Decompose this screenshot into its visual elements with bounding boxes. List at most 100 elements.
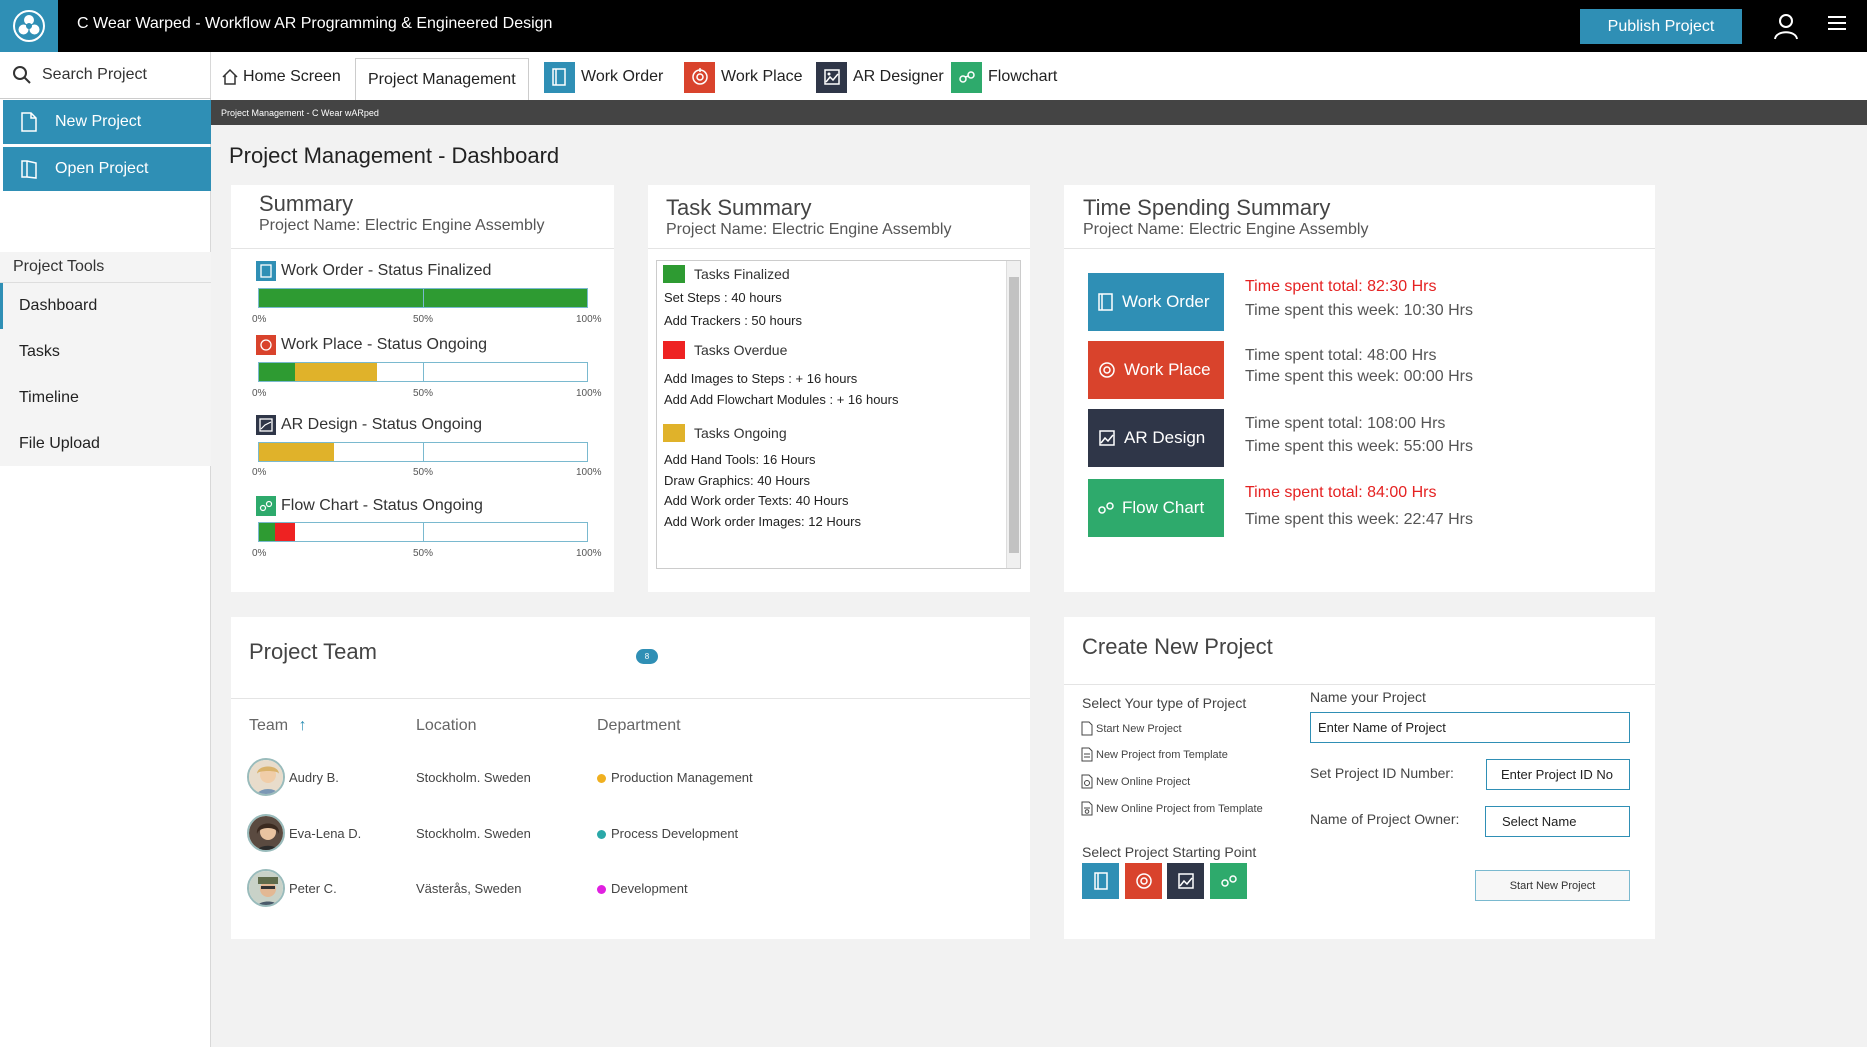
progress-bar <box>258 442 588 462</box>
project-id-label: Set Project ID Number: <box>1310 765 1454 781</box>
avatar <box>247 758 285 796</box>
bar-label: Work Place - Status Ongoing <box>281 336 488 353</box>
tab-project-management[interactable]: Project Management <box>355 58 529 100</box>
flow-chart-time-button[interactable]: Flow Chart <box>1088 479 1224 537</box>
option-new-online-project[interactable]: New Online Project <box>1081 774 1190 789</box>
table-row[interactable]: Audry B. Stockholm. Sweden Production Ma… <box>231 754 1021 804</box>
member-location: Stockholm. Sweden <box>416 770 531 785</box>
new-project-label: New Project <box>55 113 142 130</box>
ar-design-time-button[interactable]: AR Design <box>1088 409 1224 467</box>
bar-segment <box>259 363 296 381</box>
start-work-order-button[interactable] <box>1082 863 1119 899</box>
status-bar-flow-chart: Flow Chart - Status Ongoing 0% 50% 100% <box>231 496 611 559</box>
work-order-icon <box>544 61 575 93</box>
hamburger-menu-icon[interactable] <box>1828 16 1846 30</box>
task-summary-title: Task Summary <box>666 195 812 220</box>
column-header-team[interactable]: Team ↑ <box>249 717 307 735</box>
tab-label: Work Order <box>581 68 664 85</box>
task-group-overdue: Tasks Overdue <box>663 341 787 359</box>
scrollbar-thumb[interactable] <box>1009 277 1019 553</box>
start-work-place-button[interactable] <box>1125 863 1162 899</box>
task-summary-card: Task Summary Project Name: Electric Engi… <box>648 185 1030 592</box>
time-total-text: Time spent total: 82:30 Hrs <box>1245 278 1437 295</box>
option-new-online-project-from-template[interactable]: New Online Project from Template <box>1081 801 1263 816</box>
sidebar-item-file-upload[interactable]: File Upload <box>0 421 211 467</box>
task-item: Set Steps : 40 hours <box>664 290 782 305</box>
sidebar-item-dashboard[interactable]: Dashboard <box>0 283 211 329</box>
start-flow-chart-button[interactable] <box>1210 863 1247 899</box>
project-name-input[interactable]: Enter Name of Project <box>1310 712 1630 743</box>
summary-card: Summary Project Name: Electric Engine As… <box>231 185 614 592</box>
member-location: Västerås, Sweden <box>416 881 522 896</box>
column-header-location[interactable]: Location <box>416 717 477 735</box>
new-project-button[interactable]: New Project <box>3 100 211 144</box>
task-list-box[interactable]: Tasks Finalized Set Steps : 40 hours Add… <box>656 260 1021 569</box>
bar-segment <box>259 523 276 541</box>
status-dot <box>597 885 606 895</box>
user-icon[interactable] <box>1773 12 1799 40</box>
tick-label: 100% <box>576 388 602 399</box>
task-group-label: Tasks Overdue <box>694 342 788 358</box>
table-row[interactable]: Eva-Lena D. Stockholm. Sweden Process De… <box>231 810 1021 860</box>
tab-flowchart[interactable]: Flowchart <box>951 58 1057 96</box>
bar-segment <box>295 363 378 381</box>
start-new-project-button[interactable]: Start New Project <box>1475 870 1630 901</box>
task-item: Add Trackers : 50 hours <box>664 313 803 328</box>
task-item: Add Work order Images: 12 Hours <box>664 514 862 529</box>
work-place-icon <box>256 335 276 355</box>
bar-midline <box>423 363 424 381</box>
ar-designer-icon <box>1098 429 1116 447</box>
sidebar: Search Project New Project Open Project … <box>0 52 211 1047</box>
task-group-label: Tasks Ongoing <box>694 425 787 441</box>
tab-label: Project Management <box>368 70 516 88</box>
divider <box>231 698 1030 699</box>
option-new-project-from-template[interactable]: New Project from Template <box>1081 747 1228 762</box>
column-header-department[interactable]: Department <box>597 717 681 735</box>
publish-project-button[interactable]: Publish Project <box>1580 9 1742 44</box>
department-label: Production Management <box>611 770 753 785</box>
project-type-label: Select Your type of Project <box>1082 695 1247 711</box>
time-week-text: Time spent this week: 00:00 Hrs <box>1245 368 1473 385</box>
table-row[interactable]: Peter C. Västerås, Sweden Development <box>231 865 1021 915</box>
button-label: Work Order <box>1122 292 1210 311</box>
time-spending-title: Time Spending Summary <box>1083 195 1331 220</box>
status-dot <box>597 830 606 840</box>
tab-ar-designer[interactable]: AR Designer <box>816 58 944 96</box>
work-order-time-button[interactable]: Work Order <box>1088 273 1224 331</box>
app-logo-icon[interactable] <box>0 0 58 52</box>
status-bar-ar-design: AR Design - Status Ongoing 0% 50% 100% <box>231 415 611 478</box>
work-order-icon <box>1098 293 1114 311</box>
new-document-icon <box>21 112 37 132</box>
tab-work-order[interactable]: Work Order <box>544 58 663 96</box>
status-bar-work-place: Work Place - Status Ongoing 0% 50% 100% <box>231 335 611 399</box>
create-project-title: Create New Project <box>1082 634 1273 659</box>
tab-label: Flowchart <box>988 68 1058 85</box>
sidebar-item-tasks[interactable]: Tasks <box>0 329 211 375</box>
tab-work-place[interactable]: Work Place <box>684 58 803 96</box>
button-label: Work Place <box>1124 360 1211 379</box>
scrollbar[interactable] <box>1006 261 1020 568</box>
option-start-new-project[interactable]: Start New Project <box>1081 721 1182 736</box>
option-label: New Online Project from Template <box>1096 802 1263 815</box>
project-id-input[interactable]: Enter Project ID No <box>1486 759 1630 790</box>
open-project-button[interactable]: Open Project <box>3 147 211 191</box>
time-total-text: Time spent total: 108:00 Hrs <box>1245 415 1446 432</box>
project-owner-select[interactable]: Select Name <box>1485 806 1630 837</box>
tick-label: 100% <box>576 467 602 478</box>
start-ar-design-button[interactable] <box>1167 863 1204 899</box>
title-bar: C Wear Warped - Workflow AR Programming … <box>0 0 1867 52</box>
bar-label: Flow Chart - Status Ongoing <box>281 497 483 514</box>
work-place-time-button[interactable]: Work Place <box>1088 341 1224 399</box>
member-department: Development <box>597 881 688 896</box>
tab-home-screen[interactable]: Home Screen <box>221 58 341 96</box>
option-label: New Project from Template <box>1096 748 1228 761</box>
time-total-text: Time spent total: 48:00 Hrs <box>1245 347 1437 364</box>
task-group-finalized: Tasks Finalized <box>663 265 790 283</box>
progress-bar <box>258 362 588 382</box>
work-place-icon <box>684 61 715 93</box>
bar-segment <box>259 443 335 461</box>
sidebar-item-timeline[interactable]: Timeline <box>0 375 211 421</box>
search-project-field[interactable]: Search Project <box>0 52 211 99</box>
project-tools-heading: Project Tools <box>0 252 211 283</box>
tick-label: 0% <box>252 467 267 478</box>
